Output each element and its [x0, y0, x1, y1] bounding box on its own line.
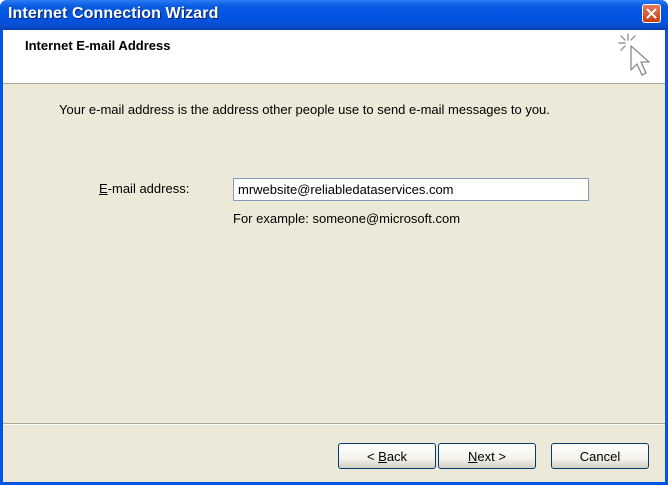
- close-icon: [646, 8, 657, 19]
- cancel-button[interactable]: Cancel: [551, 443, 649, 469]
- back-arrow: <: [366, 448, 379, 464]
- page-title: Internet E-mail Address: [25, 38, 171, 53]
- email-field[interactable]: [233, 178, 589, 201]
- wizard-cursor-sparkle-icon: [617, 32, 655, 85]
- next-button-label: Next >: [468, 449, 506, 464]
- close-button[interactable]: [642, 4, 661, 23]
- cancel-button-label: Cancel: [579, 448, 621, 464]
- wizard-header: Internet E-mail Address: [3, 30, 665, 84]
- back-mnemonic: B: [378, 448, 387, 464]
- intro-text: Your e-mail address is the address other…: [59, 102, 550, 117]
- window-title: Internet Connection Wizard: [8, 5, 219, 22]
- footer-divider: [3, 423, 665, 425]
- next-label-rest: ext >: [477, 448, 506, 464]
- back-label-rest: ack: [386, 448, 408, 464]
- email-example-text: For example: someone@microsoft.com: [233, 211, 461, 226]
- email-label: E-mail address:: [99, 181, 189, 196]
- next-mnemonic: N: [468, 448, 478, 464]
- email-label-mnemonic: E: [99, 181, 108, 196]
- email-label-text: -mail address:: [107, 181, 190, 196]
- title-bar[interactable]: Internet Connection Wizard: [0, 0, 668, 30]
- wizard-body: Internet E-mail Address Your e-mail addr…: [3, 30, 665, 482]
- next-button[interactable]: Next >: [438, 443, 536, 469]
- wizard-window: Internet Connection Wizard Internet E-ma…: [0, 0, 668, 485]
- back-button-label: < Back: [367, 449, 407, 464]
- back-button[interactable]: < Back: [338, 443, 436, 469]
